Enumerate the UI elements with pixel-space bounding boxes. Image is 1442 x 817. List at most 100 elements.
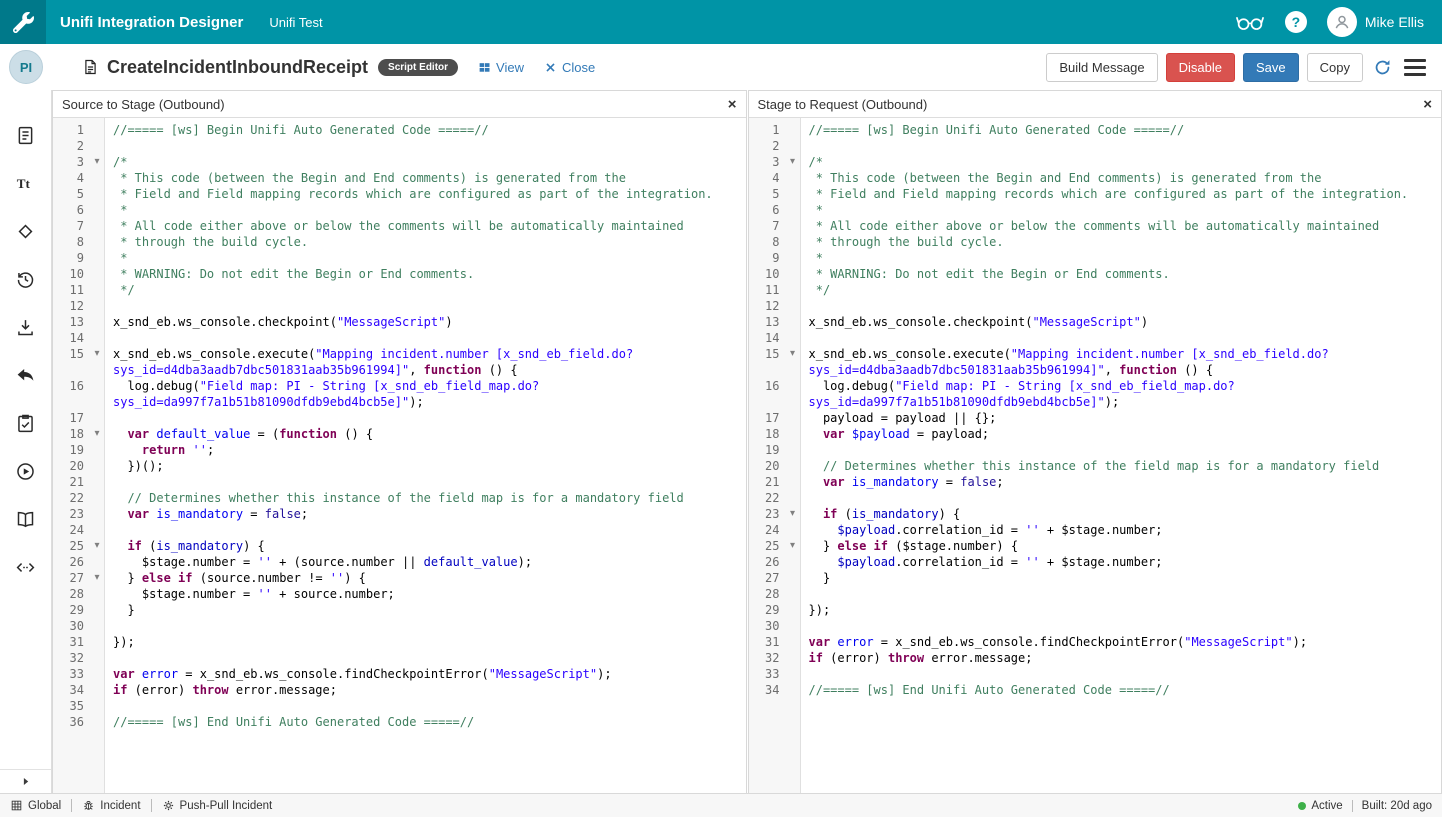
code-line[interactable]: 22 // Determines whether this instance o…: [53, 490, 746, 506]
code-line[interactable]: 17 payload = payload || {};: [749, 410, 1442, 426]
code-editor[interactable]: 1//===== [ws] Begin Unifi Auto Generated…: [53, 118, 746, 793]
code-line[interactable]: 28 $stage.number = '' + source.number;: [53, 586, 746, 602]
code-line[interactable]: 36//===== [ws] End Unifi Auto Generated …: [53, 714, 746, 730]
tasks-icon[interactable]: [15, 412, 37, 434]
build-message-button[interactable]: Build Message: [1046, 53, 1157, 82]
code-line[interactable]: 1//===== [ws] Begin Unifi Auto Generated…: [53, 122, 746, 138]
code-line[interactable]: 6 *: [53, 202, 746, 218]
code-line[interactable]: 26 $stage.number = '' + (source.number |…: [53, 554, 746, 570]
app-logo[interactable]: [0, 0, 46, 44]
fold-toggle-icon[interactable]: ▾: [785, 346, 801, 362]
code-line[interactable]: 7 * All code either above or below the c…: [749, 218, 1442, 234]
code-line[interactable]: 29 }: [53, 602, 746, 618]
close-button[interactable]: Close: [544, 60, 595, 75]
save-button[interactable]: Save: [1243, 53, 1299, 82]
history-icon[interactable]: [15, 268, 37, 290]
revert-icon[interactable]: [15, 364, 37, 386]
code-line[interactable]: 5 * Field and Field mapping records whic…: [749, 186, 1442, 202]
table-incident[interactable]: Incident: [71, 799, 150, 812]
code-line[interactable]: 2: [53, 138, 746, 154]
code-line[interactable]: 11 */: [53, 282, 746, 298]
fold-toggle-icon[interactable]: ▾: [89, 346, 105, 362]
fold-toggle-icon[interactable]: ▾: [89, 538, 105, 554]
code-line[interactable]: 23▾ if (is_mandatory) {: [749, 506, 1442, 522]
code-line[interactable]: 30: [749, 618, 1442, 634]
code-line[interactable]: 14: [749, 330, 1442, 346]
code-line[interactable]: 17: [53, 410, 746, 426]
code-line[interactable]: 18▾ var default_value = (function () {: [53, 426, 746, 442]
run-tests-icon[interactable]: [15, 460, 37, 482]
code-line[interactable]: 4 * This code (between the Begin and End…: [53, 170, 746, 186]
code-line[interactable]: 3▾/*: [749, 154, 1442, 170]
code-line[interactable]: 16 log.debug("Field map: PI - String [x_…: [53, 378, 746, 410]
code-line[interactable]: 30: [53, 618, 746, 634]
scope-global[interactable]: Global: [10, 799, 71, 812]
environment-name[interactable]: Unifi Test: [269, 15, 322, 30]
code-line[interactable]: 5 * Field and Field mapping records whic…: [53, 186, 746, 202]
code-line[interactable]: 12: [749, 298, 1442, 314]
code-line[interactable]: 16 log.debug("Field map: PI - String [x_…: [749, 378, 1442, 410]
code-line[interactable]: 6 *: [749, 202, 1442, 218]
refresh-icon[interactable]: [1373, 58, 1392, 77]
code-line[interactable]: 33var error = x_snd_eb.ws_console.findCh…: [53, 666, 746, 682]
code-line[interactable]: 33: [749, 666, 1442, 682]
disable-button[interactable]: Disable: [1166, 53, 1235, 82]
code-line[interactable]: 31var error = x_snd_eb.ws_console.findCh…: [749, 634, 1442, 650]
code-line[interactable]: 15▾x_snd_eb.ws_console.execute("Mapping …: [749, 346, 1442, 378]
field-maps-icon[interactable]: [15, 220, 37, 242]
pane-close-icon[interactable]: ×: [728, 97, 737, 112]
code-line[interactable]: 20 // Determines whether this instance o…: [749, 458, 1442, 474]
code-line[interactable]: 19 return '';: [53, 442, 746, 458]
code-line[interactable]: 13x_snd_eb.ws_console.checkpoint("Messag…: [53, 314, 746, 330]
code-line[interactable]: 31});: [53, 634, 746, 650]
pane-close-icon[interactable]: ×: [1423, 97, 1432, 112]
code-line[interactable]: 9 *: [749, 250, 1442, 266]
code-line[interactable]: 3▾/*: [53, 154, 746, 170]
code-line[interactable]: 24 $payload.correlation_id = '' + $stage…: [749, 522, 1442, 538]
code-line[interactable]: 35: [53, 698, 746, 714]
menu-icon[interactable]: [1404, 59, 1426, 76]
code-line[interactable]: 1//===== [ws] Begin Unifi Auto Generated…: [749, 122, 1442, 138]
code-line[interactable]: 27 }: [749, 570, 1442, 586]
user-menu[interactable]: Mike Ellis: [1327, 7, 1424, 37]
code-line[interactable]: 22: [749, 490, 1442, 506]
code-line[interactable]: 4 * This code (between the Begin and End…: [749, 170, 1442, 186]
code-line[interactable]: 10 * WARNING: Do not edit the Begin or E…: [53, 266, 746, 282]
code-line[interactable]: 25▾ } else if ($stage.number) {: [749, 538, 1442, 554]
code-line[interactable]: 34//===== [ws] End Unifi Auto Generated …: [749, 682, 1442, 698]
fold-toggle-icon[interactable]: ▾: [89, 426, 105, 442]
fold-toggle-icon[interactable]: ▾: [785, 154, 801, 170]
documentation-icon[interactable]: [15, 508, 37, 530]
text-format-icon[interactable]: Tt: [15, 172, 37, 194]
code-line[interactable]: 23 var is_mandatory = false;: [53, 506, 746, 522]
code-line[interactable]: 2: [749, 138, 1442, 154]
code-line[interactable]: 21 var is_mandatory = false;: [749, 474, 1442, 490]
code-line[interactable]: 29});: [749, 602, 1442, 618]
code-line[interactable]: 25▾ if (is_mandatory) {: [53, 538, 746, 554]
fold-toggle-icon[interactable]: ▾: [785, 538, 801, 554]
code-line[interactable]: 24: [53, 522, 746, 538]
code-line[interactable]: 34if (error) throw error.message;: [53, 682, 746, 698]
code-editor[interactable]: 1//===== [ws] Begin Unifi Auto Generated…: [749, 118, 1442, 793]
spectacles-icon[interactable]: [1235, 12, 1265, 32]
help-icon[interactable]: ?: [1285, 11, 1307, 33]
code-line[interactable]: 15▾x_snd_eb.ws_console.execute("Mapping …: [53, 346, 746, 378]
import-icon[interactable]: [15, 316, 37, 338]
code-line[interactable]: 11 */: [749, 282, 1442, 298]
code-line[interactable]: 32: [53, 650, 746, 666]
integration-push-pull-incident[interactable]: Push-Pull Incident: [151, 799, 283, 812]
code-icon[interactable]: [15, 556, 37, 578]
integration-avatar[interactable]: PI: [9, 50, 43, 84]
code-line[interactable]: 10 * WARNING: Do not edit the Begin or E…: [749, 266, 1442, 282]
code-line[interactable]: 32if (error) throw error.message;: [749, 650, 1442, 666]
code-line[interactable]: 21: [53, 474, 746, 490]
document-fields-icon[interactable]: [15, 124, 37, 146]
code-line[interactable]: 8 * through the build cycle.: [53, 234, 746, 250]
code-line[interactable]: 20 })();: [53, 458, 746, 474]
copy-button[interactable]: Copy: [1307, 53, 1363, 82]
code-line[interactable]: 7 * All code either above or below the c…: [53, 218, 746, 234]
fold-toggle-icon[interactable]: ▾: [89, 570, 105, 586]
code-line[interactable]: 13x_snd_eb.ws_console.checkpoint("Messag…: [749, 314, 1442, 330]
fold-toggle-icon[interactable]: ▾: [89, 154, 105, 170]
fold-toggle-icon[interactable]: ▾: [785, 506, 801, 522]
